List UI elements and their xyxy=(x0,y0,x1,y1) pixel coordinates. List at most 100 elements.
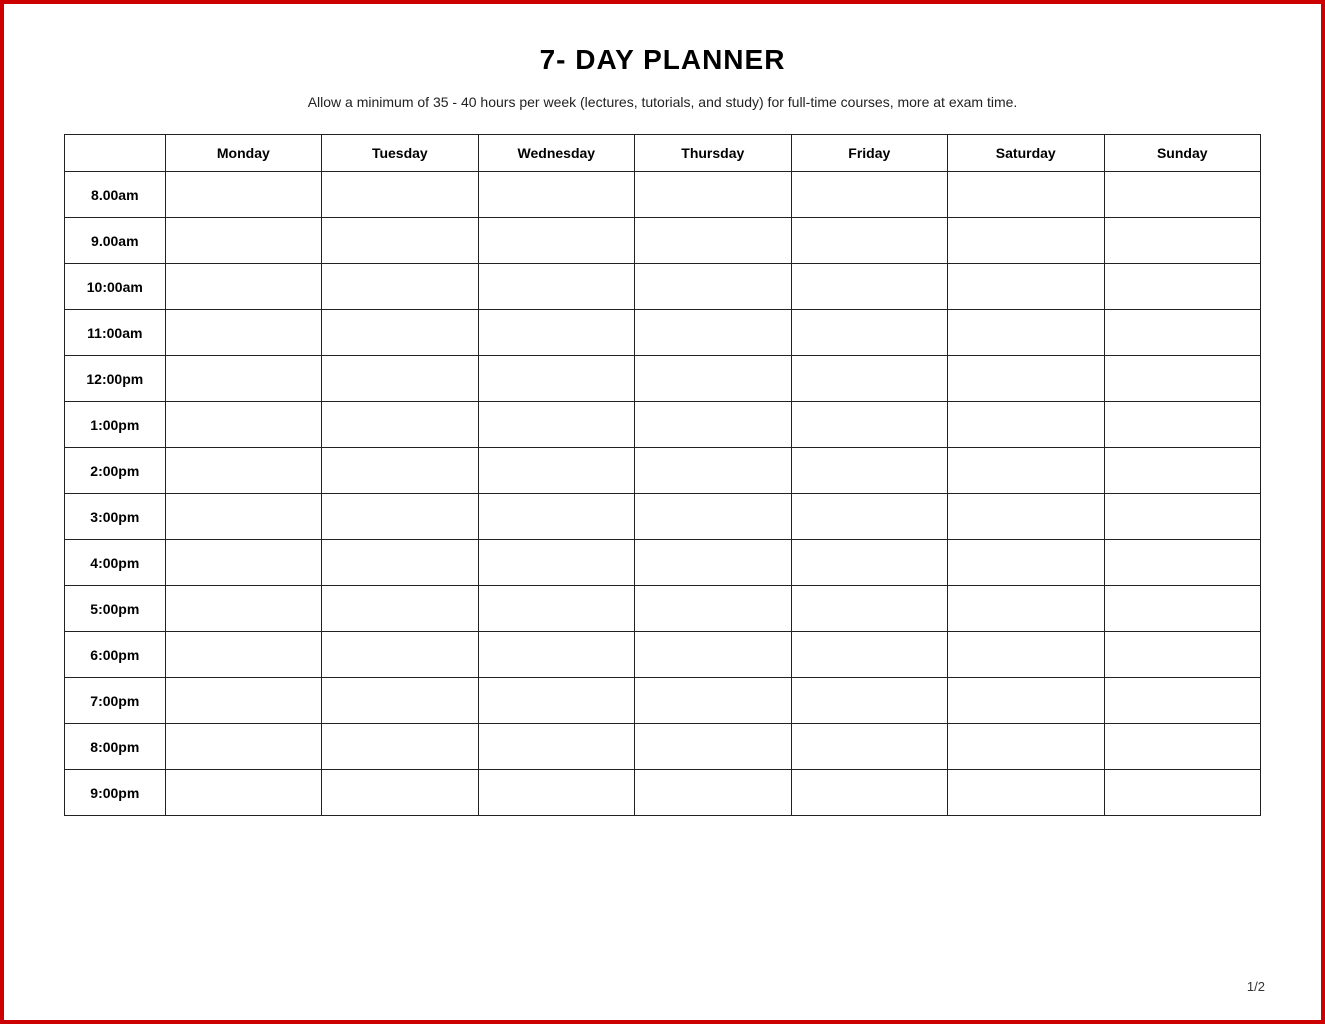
planner-cell[interactable] xyxy=(478,402,634,448)
planner-cell[interactable] xyxy=(165,678,321,724)
table-row: 3:00pm xyxy=(65,494,1261,540)
planner-cell[interactable] xyxy=(322,310,478,356)
planner-cell[interactable] xyxy=(165,310,321,356)
planner-cell[interactable] xyxy=(635,770,791,816)
planner-cell[interactable] xyxy=(165,218,321,264)
planner-cell[interactable] xyxy=(948,218,1104,264)
planner-cell[interactable] xyxy=(322,678,478,724)
planner-cell[interactable] xyxy=(1104,724,1261,770)
planner-cell[interactable] xyxy=(322,724,478,770)
planner-cell[interactable] xyxy=(948,632,1104,678)
planner-cell[interactable] xyxy=(791,724,947,770)
planner-cell[interactable] xyxy=(478,172,634,218)
planner-cell[interactable] xyxy=(948,494,1104,540)
planner-cell[interactable] xyxy=(1104,586,1261,632)
planner-cell[interactable] xyxy=(635,540,791,586)
planner-cell[interactable] xyxy=(791,264,947,310)
planner-cell[interactable] xyxy=(635,494,791,540)
planner-cell[interactable] xyxy=(165,540,321,586)
planner-cell[interactable] xyxy=(948,586,1104,632)
planner-cell[interactable] xyxy=(1104,678,1261,724)
planner-cell[interactable] xyxy=(791,356,947,402)
planner-cell[interactable] xyxy=(791,448,947,494)
planner-cell[interactable] xyxy=(165,632,321,678)
planner-cell[interactable] xyxy=(1104,218,1261,264)
planner-cell[interactable] xyxy=(165,402,321,448)
planner-cell[interactable] xyxy=(1104,172,1261,218)
planner-cell[interactable] xyxy=(635,586,791,632)
planner-cell[interactable] xyxy=(635,448,791,494)
planner-cell[interactable] xyxy=(635,172,791,218)
planner-cell[interactable] xyxy=(478,770,634,816)
planner-cell[interactable] xyxy=(635,678,791,724)
planner-cell[interactable] xyxy=(791,494,947,540)
planner-cell[interactable] xyxy=(791,402,947,448)
planner-cell[interactable] xyxy=(948,770,1104,816)
planner-cell[interactable] xyxy=(478,494,634,540)
planner-cell[interactable] xyxy=(165,356,321,402)
planner-cell[interactable] xyxy=(478,632,634,678)
planner-cell[interactable] xyxy=(322,218,478,264)
planner-cell[interactable] xyxy=(478,448,634,494)
planner-cell[interactable] xyxy=(1104,402,1261,448)
planner-cell[interactable] xyxy=(1104,264,1261,310)
planner-cell[interactable] xyxy=(165,172,321,218)
planner-cell[interactable] xyxy=(1104,632,1261,678)
planner-cell[interactable] xyxy=(322,448,478,494)
planner-cell[interactable] xyxy=(791,770,947,816)
planner-cell[interactable] xyxy=(478,586,634,632)
planner-cell[interactable] xyxy=(635,632,791,678)
planner-cell[interactable] xyxy=(322,264,478,310)
planner-cell[interactable] xyxy=(948,540,1104,586)
planner-cell[interactable] xyxy=(1104,448,1261,494)
planner-cell[interactable] xyxy=(478,724,634,770)
planner-cell[interactable] xyxy=(791,310,947,356)
planner-cell[interactable] xyxy=(478,310,634,356)
planner-cell[interactable] xyxy=(948,310,1104,356)
planner-cell[interactable] xyxy=(1104,356,1261,402)
planner-cell[interactable] xyxy=(322,632,478,678)
planner-cell[interactable] xyxy=(322,172,478,218)
planner-cell[interactable] xyxy=(791,632,947,678)
planner-cell[interactable] xyxy=(478,218,634,264)
planner-cell[interactable] xyxy=(165,586,321,632)
planner-cell[interactable] xyxy=(948,264,1104,310)
planner-cell[interactable] xyxy=(1104,540,1261,586)
planner-cell[interactable] xyxy=(165,448,321,494)
planner-cell[interactable] xyxy=(322,540,478,586)
planner-cell[interactable] xyxy=(948,402,1104,448)
planner-cell[interactable] xyxy=(322,494,478,540)
planner-cell[interactable] xyxy=(165,494,321,540)
planner-cell[interactable] xyxy=(948,356,1104,402)
planner-cell[interactable] xyxy=(635,356,791,402)
planner-cell[interactable] xyxy=(948,448,1104,494)
planner-cell[interactable] xyxy=(948,678,1104,724)
planner-cell[interactable] xyxy=(478,356,634,402)
planner-cell[interactable] xyxy=(1104,310,1261,356)
planner-cell[interactable] xyxy=(165,264,321,310)
planner-cell[interactable] xyxy=(791,172,947,218)
planner-cell[interactable] xyxy=(948,172,1104,218)
planner-cell[interactable] xyxy=(948,724,1104,770)
planner-cell[interactable] xyxy=(322,402,478,448)
planner-cell[interactable] xyxy=(635,310,791,356)
planner-cell[interactable] xyxy=(635,402,791,448)
planner-cell[interactable] xyxy=(322,586,478,632)
planner-cell[interactable] xyxy=(322,770,478,816)
planner-cell[interactable] xyxy=(791,586,947,632)
planner-cell[interactable] xyxy=(635,724,791,770)
planner-cell[interactable] xyxy=(322,356,478,402)
planner-cell[interactable] xyxy=(635,218,791,264)
planner-cell[interactable] xyxy=(1104,494,1261,540)
planner-cell[interactable] xyxy=(791,678,947,724)
planner-cell[interactable] xyxy=(165,724,321,770)
planner-cell[interactable] xyxy=(791,540,947,586)
planner-cell[interactable] xyxy=(165,770,321,816)
planner-cell[interactable] xyxy=(478,678,634,724)
planner-cell[interactable] xyxy=(791,218,947,264)
planner-cell[interactable] xyxy=(635,264,791,310)
time-cell: 9:00pm xyxy=(65,770,166,816)
planner-cell[interactable] xyxy=(478,540,634,586)
planner-cell[interactable] xyxy=(478,264,634,310)
planner-cell[interactable] xyxy=(1104,770,1261,816)
